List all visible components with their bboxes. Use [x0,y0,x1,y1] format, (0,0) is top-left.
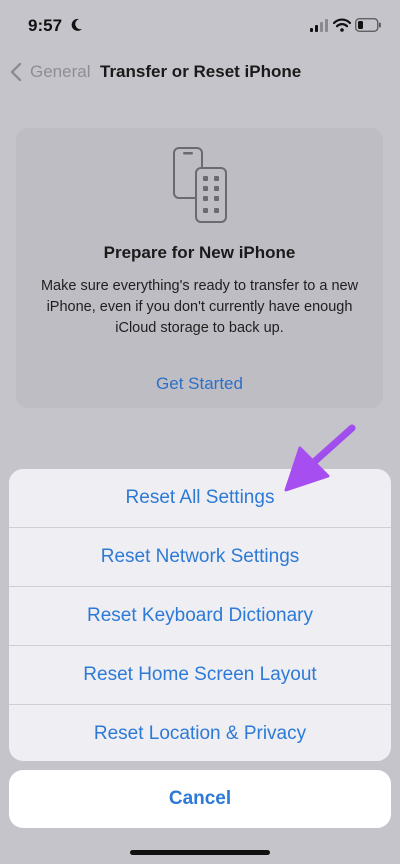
page-title: Transfer or Reset iPhone [100,62,302,81]
prepare-card: Prepare for New iPhone Make sure everyth… [16,128,383,408]
status-bar: 9:57 [0,0,400,50]
chevron-left-icon [10,62,22,82]
action-sheet: Reset All Settings Reset Network Setting… [9,469,391,761]
reset-location-privacy-button[interactable]: Reset Location & Privacy [9,705,391,761]
reset-home-screen-layout-button[interactable]: Reset Home Screen Layout [9,646,391,704]
home-indicator [130,850,270,855]
nav-bar: General Transfer or Reset iPhone [0,50,400,94]
signal-icon [310,19,328,32]
reset-all-settings-button[interactable]: Reset All Settings [9,469,391,527]
cancel-button[interactable]: Cancel [9,770,391,828]
card-title: Prepare for New iPhone [103,243,296,262]
phones-icon [173,147,227,223]
screen: 9:57 General Transfer or Reset iPhone Pr… [0,0,400,864]
back-label: General [30,62,91,81]
battery-icon [355,18,381,32]
status-time: 9:57 [28,16,63,35]
card-description: Make sure everything's ready to transfer… [40,278,359,336]
wifi-icon [333,18,351,32]
back-button[interactable]: General [10,59,90,85]
reset-network-settings-button[interactable]: Reset Network Settings [9,528,391,586]
moon-icon [71,18,82,31]
get-started-button[interactable]: Get Started [16,374,383,394]
reset-keyboard-dictionary-button[interactable]: Reset Keyboard Dictionary [9,587,391,645]
